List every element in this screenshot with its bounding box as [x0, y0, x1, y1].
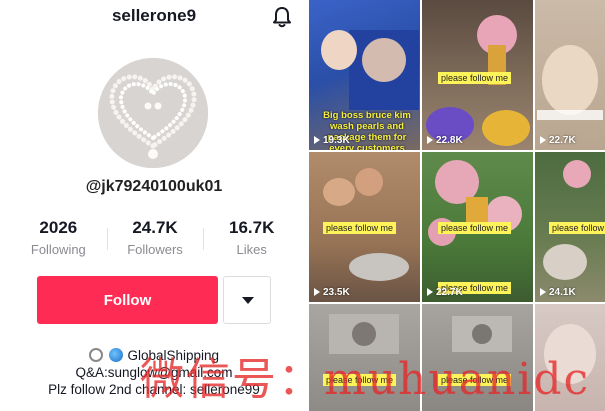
stat-value: 2026 [39, 218, 78, 237]
stat-followers[interactable]: 24.7K Followers [106, 218, 204, 262]
follow-me-tag: please follow me [438, 374, 512, 386]
play-icon [314, 288, 320, 296]
video-thumbnail [537, 45, 603, 120]
play-icon [540, 288, 546, 296]
stat-label: Followers [127, 242, 183, 257]
bio-shipping-text: GlobalShipping [127, 347, 220, 363]
play-icon [427, 288, 433, 296]
stat-likes: 16.7K Likes [203, 218, 300, 262]
follow-me-tag: please follow me [438, 222, 512, 234]
avatar[interactable] [98, 58, 208, 168]
video-tile[interactable]: please follow me 22.8K [422, 0, 533, 150]
stat-value: 16.7K [228, 218, 275, 237]
follow-me-tag: please follow me [323, 374, 397, 386]
bio-line-2: Q&A:sunglow@gmail.com [75, 364, 233, 380]
profile-header: sellerone9 [0, 0, 308, 34]
view-count: 22.8K [427, 135, 463, 146]
video-thumbnail [329, 314, 399, 354]
bio-line-3: Plz follow 2nd channel: sellerone99 [48, 381, 260, 397]
bell-icon[interactable] [270, 5, 294, 29]
video-tile[interactable]: please follow me [309, 304, 420, 411]
stat-label: Following [30, 242, 86, 257]
video-thumbnail [452, 316, 512, 352]
video-tile[interactable]: please follow me 23.5K [309, 152, 420, 302]
stat-value: 24.7K [132, 218, 178, 237]
bio-line-1: GlobalShipping [0, 346, 308, 364]
profile-panel: sellerone9 @jk79240100uk01 2026 Followin… [0, 0, 308, 411]
video-grid: Big boss bruce kim wash pearls and packa… [308, 0, 605, 411]
video-tile[interactable]: Big boss bruce kim wash pearls and packa… [309, 0, 420, 150]
profile-handle: @jk79240100uk01 [85, 178, 223, 195]
play-icon [540, 136, 546, 144]
video-thumbnail [544, 324, 596, 384]
profile-bio: GlobalShipping Q&A:sunglow@gmail.com Plz… [0, 346, 308, 398]
follow-me-tag: please follow me [438, 72, 512, 84]
view-count: 22.7K [540, 135, 576, 146]
profile-username: sellerone9 [111, 6, 197, 25]
view-count: 19.3K [314, 135, 350, 146]
stat-following[interactable]: 2026 Following [10, 218, 107, 262]
follow-button[interactable]: Follow [37, 276, 218, 324]
view-count: 22.7K [427, 287, 463, 298]
follow-me-tag: please follow me [549, 222, 605, 234]
view-count: 24.1K [540, 287, 576, 298]
video-tile[interactable]: please follow me please follow me 22.7K [422, 152, 533, 302]
follow-me-tag: please follow me [323, 222, 397, 234]
video-tile[interactable]: please follow me [422, 304, 533, 411]
globe-icon [108, 348, 123, 363]
video-tile[interactable]: 22.7K [535, 0, 605, 150]
profile-stats: 2026 Following 24.7K Followers 16.7K Lik… [10, 218, 300, 262]
pearl-necklace-image [98, 58, 208, 168]
view-count: 23.5K [314, 287, 350, 298]
stat-label: Likes [236, 242, 267, 257]
chevron-down-icon [242, 297, 254, 304]
play-icon [427, 136, 433, 144]
ring-icon [88, 348, 103, 363]
play-icon [314, 136, 320, 144]
video-tile[interactable] [535, 304, 605, 411]
video-tile[interactable]: please follow me 24.1K [535, 152, 605, 302]
more-options-button[interactable] [223, 276, 271, 324]
